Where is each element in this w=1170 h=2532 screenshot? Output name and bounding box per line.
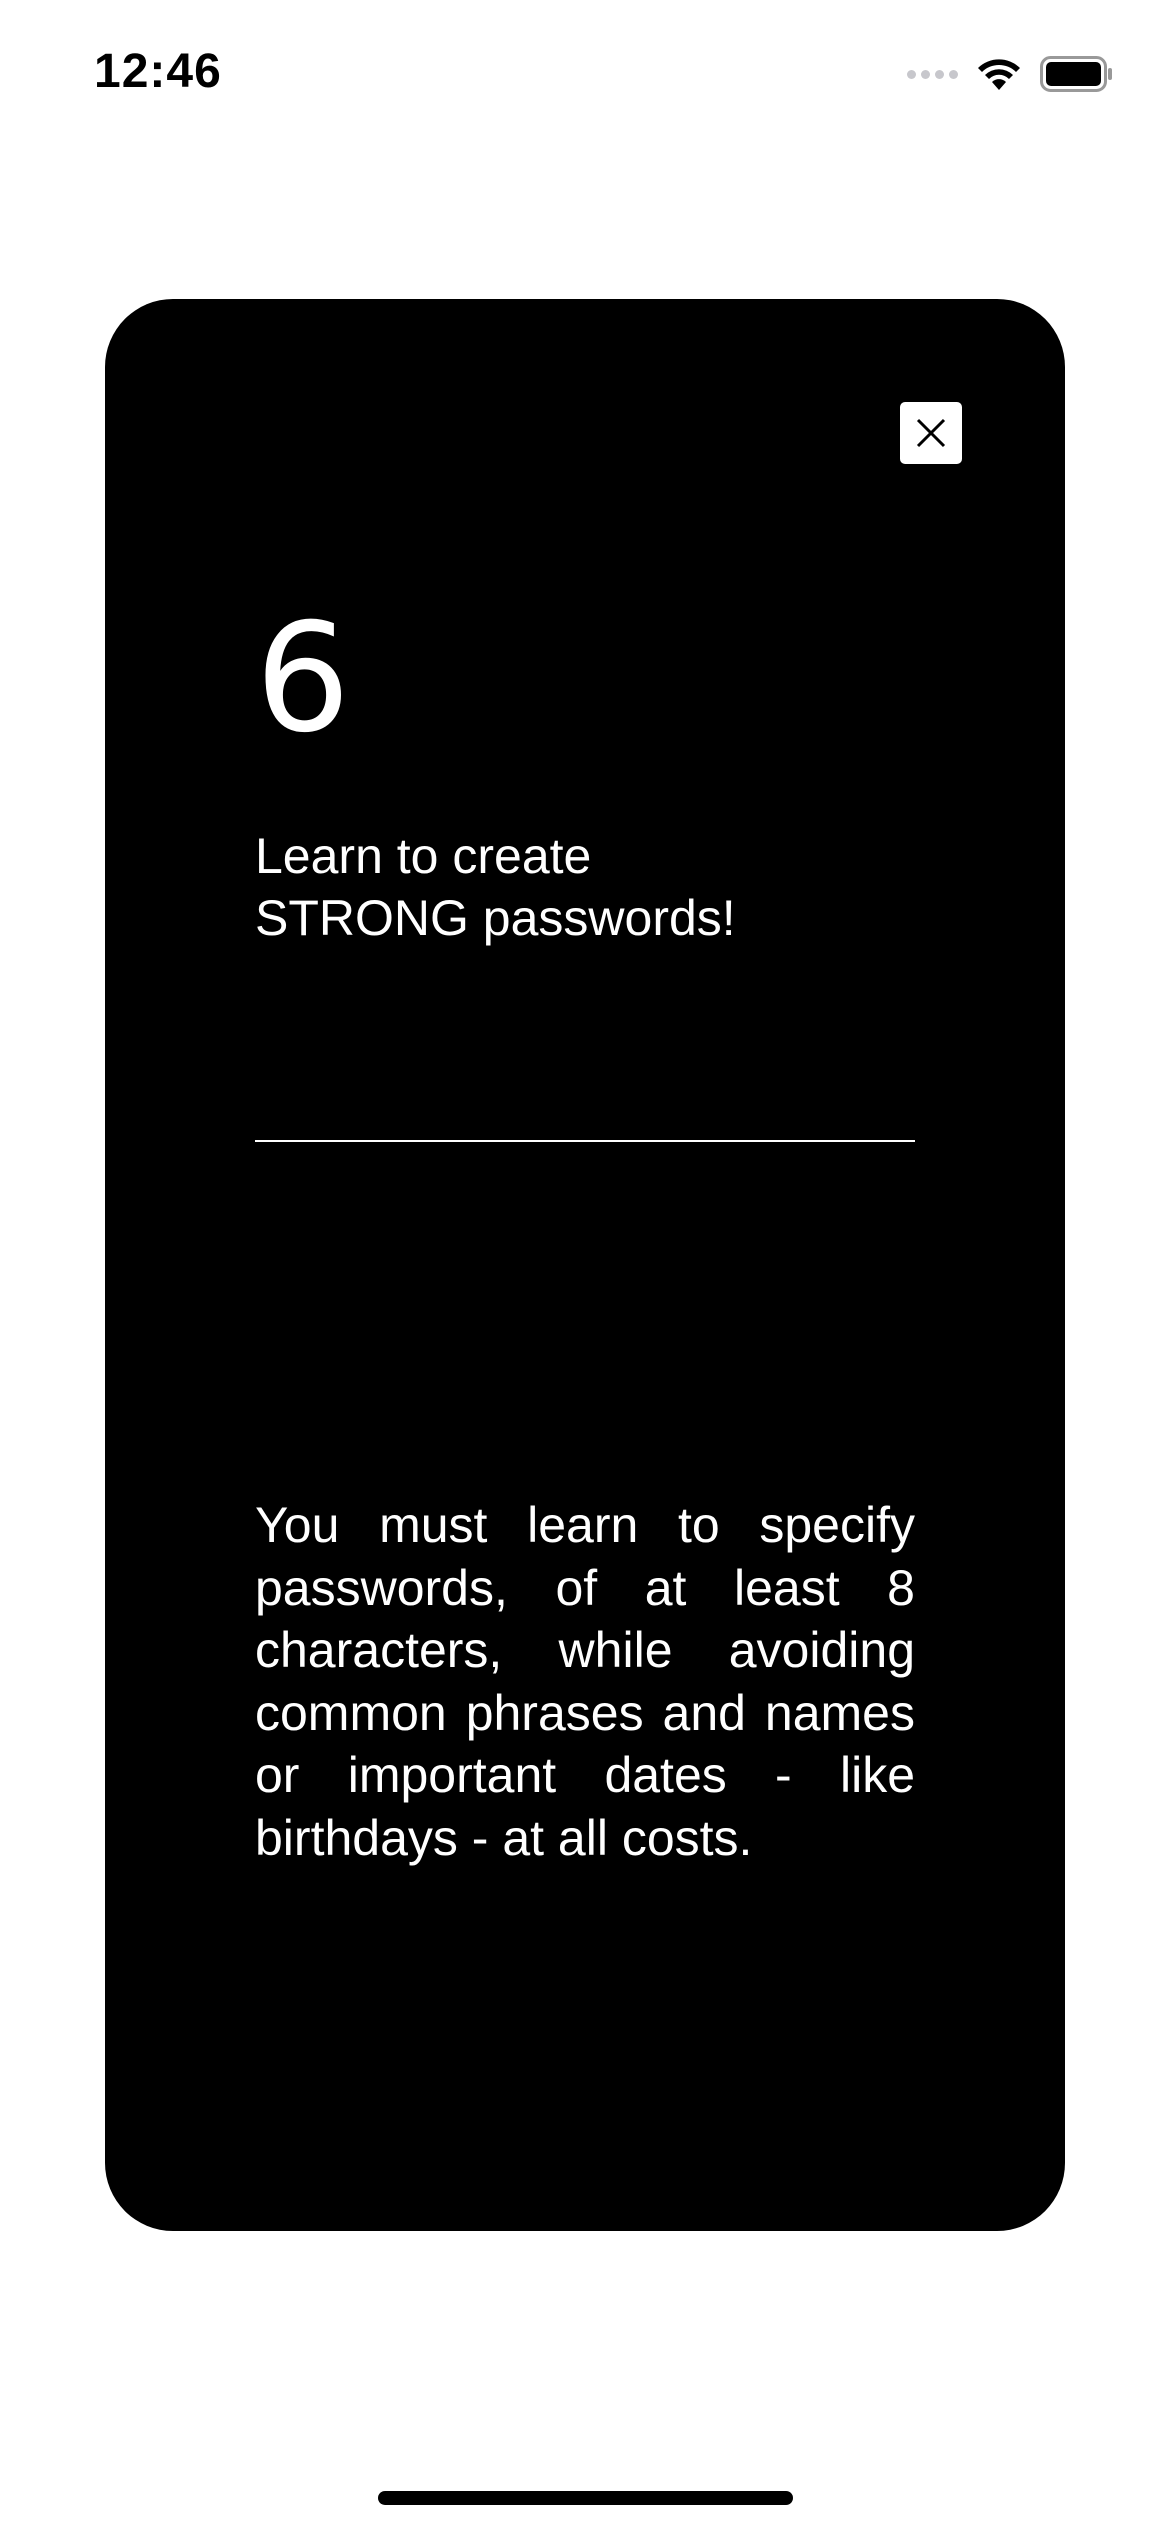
screen: 12:46 6 Learn to create STRONG passwords… <box>0 0 1170 2532</box>
status-icons <box>907 54 1114 94</box>
signal-icon <box>907 69 958 79</box>
status-bar: 12:46 <box>0 0 1170 140</box>
wifi-icon <box>978 59 1020 90</box>
divider <box>255 1140 915 1142</box>
close-icon <box>916 418 946 448</box>
home-indicator[interactable] <box>378 2491 793 2505</box>
password-tip-card: 6 Learn to create STRONG passwords! You … <box>105 299 1065 2231</box>
status-time: 12:46 <box>94 45 222 98</box>
card-headline: Learn to create STRONG passwords! <box>255 828 736 946</box>
close-button[interactable] <box>900 402 962 464</box>
step-number: 6 <box>255 592 351 766</box>
card-body-text: You must learn to specify passwords, of … <box>255 1497 915 1866</box>
battery-icon <box>1040 56 1112 92</box>
